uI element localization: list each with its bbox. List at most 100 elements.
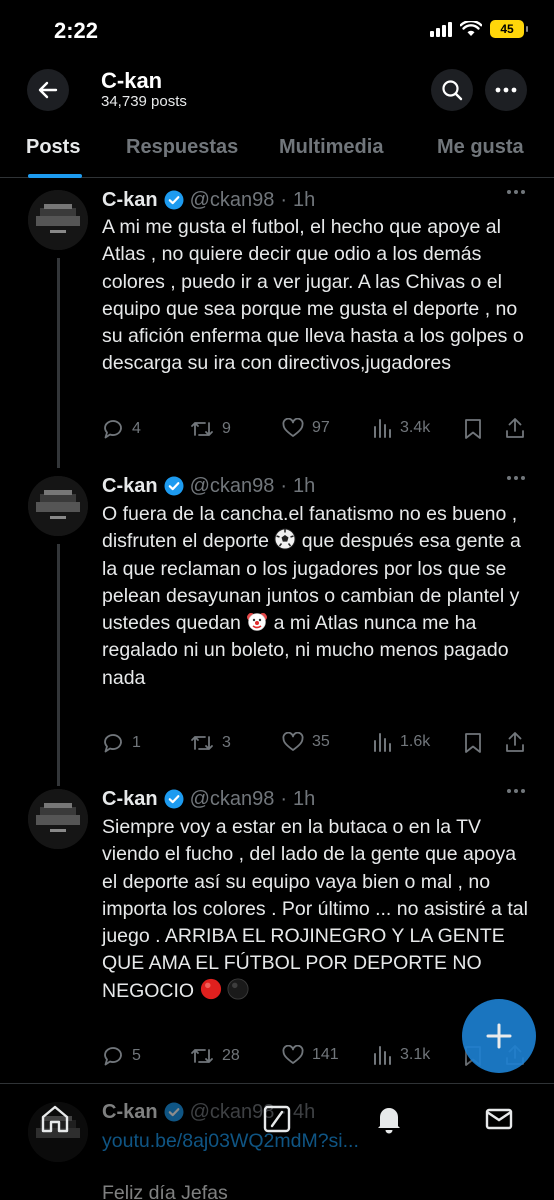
bookmark-icon[interactable] xyxy=(464,418,482,440)
grok-icon[interactable] xyxy=(262,1104,292,1134)
author-handle[interactable]: @ckan98 xyxy=(190,475,275,498)
bookmark-icon[interactable] xyxy=(464,732,482,754)
post-age: 1h xyxy=(293,474,316,497)
avatar[interactable] xyxy=(28,789,88,849)
like-button[interactable]: 35 xyxy=(282,732,330,752)
post-more-icon[interactable] xyxy=(506,189,526,195)
post-header: C-kan @ckan98 · 1h xyxy=(102,186,315,214)
back-button[interactable] xyxy=(27,69,69,111)
views-icon xyxy=(374,733,391,752)
post-count: 34,739 posts xyxy=(101,93,187,110)
post-more-icon[interactable] xyxy=(506,788,526,794)
back-arrow-icon xyxy=(38,81,58,99)
reply-count: 1 xyxy=(132,734,141,751)
reply-icon xyxy=(104,420,122,439)
reply-button[interactable]: 5 xyxy=(102,1045,141,1067)
reply-icon xyxy=(104,1047,122,1066)
repost-button[interactable]: 9 xyxy=(190,418,231,440)
reply-icon xyxy=(104,734,122,753)
red-circle-emoji xyxy=(200,978,221,999)
profile-tabs: Posts Respuestas Multimedia Me gusta xyxy=(0,122,554,178)
post-divider xyxy=(0,1083,554,1084)
status-bar: 2:22 45 xyxy=(0,0,554,62)
messages-icon[interactable] xyxy=(484,1104,514,1134)
post-text-part: Siempre voy a estar en la butaca o en la… xyxy=(102,816,528,1002)
avatar[interactable] xyxy=(28,190,88,250)
thread-line xyxy=(57,544,60,786)
repost-count: 28 xyxy=(222,1047,240,1064)
compose-post-button[interactable] xyxy=(462,999,536,1073)
like-icon xyxy=(282,732,304,751)
post-age: 1h xyxy=(293,188,316,211)
tab-respuestas[interactable]: Respuestas xyxy=(126,136,238,159)
notifications-icon[interactable] xyxy=(374,1104,404,1134)
more-icon xyxy=(495,87,517,93)
home-icon[interactable] xyxy=(40,1104,70,1134)
like-count: 141 xyxy=(312,1046,339,1063)
post-header: C-kan @ckan98 · 1h xyxy=(102,785,315,813)
repost-button[interactable]: 3 xyxy=(190,732,231,754)
status-icons: 45 xyxy=(430,20,528,38)
author-handle[interactable]: @ckan98 xyxy=(190,189,275,212)
tab-posts[interactable]: Posts xyxy=(26,136,80,159)
post[interactable]: C-kan @ckan98 · 1h A mi me gusta el futb… xyxy=(0,186,554,468)
profile-header: C-kan 34,739 posts xyxy=(0,62,554,116)
black-circle-emoji xyxy=(227,978,249,1000)
reply-count: 4 xyxy=(132,420,141,437)
reply-button[interactable]: 4 xyxy=(102,418,141,440)
post-text: Feliz día Jefas xyxy=(102,1182,228,1200)
reply-count: 5 xyxy=(132,1047,141,1064)
wifi-icon xyxy=(460,21,482,36)
repost-icon xyxy=(191,1049,213,1063)
reply-button[interactable]: 1 xyxy=(102,732,141,754)
post-text: A mi me gusta el futbol, el hecho que ap… xyxy=(102,216,524,375)
tab-me-gusta[interactable]: Me gusta xyxy=(437,136,524,159)
views-button[interactable]: 3.1k xyxy=(372,1045,430,1065)
share-icon[interactable] xyxy=(505,417,525,439)
avatar[interactable] xyxy=(28,476,88,536)
repost-button[interactable]: 28 xyxy=(190,1045,240,1067)
repost-icon xyxy=(191,422,213,436)
more-button[interactable] xyxy=(485,69,527,111)
post-header: C-kan @ckan98 · 1h xyxy=(102,472,315,500)
author-name[interactable]: C-kan xyxy=(102,475,158,498)
battery-icon: 45 xyxy=(490,20,528,38)
views-button[interactable]: 3.4k xyxy=(372,418,430,438)
share-icon[interactable] xyxy=(505,731,525,753)
repost-count: 9 xyxy=(222,420,231,437)
views-button[interactable]: 1.6k xyxy=(372,732,430,752)
like-button[interactable]: 141 xyxy=(282,1045,339,1065)
post-more-icon[interactable] xyxy=(506,475,526,481)
author-handle[interactable]: @ckan98 xyxy=(190,788,275,811)
avatar-image xyxy=(28,789,88,849)
compose-icon xyxy=(486,1023,512,1049)
repost-count: 3 xyxy=(222,734,231,751)
soccer-ball-emoji xyxy=(274,528,296,550)
post-text: Siempre voy a estar en la butaca o en la… xyxy=(102,814,530,1005)
avatar-image xyxy=(28,190,88,250)
view-count: 1.6k xyxy=(400,733,431,750)
post[interactable]: C-kan @ckan98 · 1h O fuera de la cancha.… xyxy=(0,472,554,786)
like-button[interactable]: 97 xyxy=(282,418,330,438)
verified-badge-icon xyxy=(164,190,184,210)
verified-badge-icon xyxy=(164,476,184,496)
author-name[interactable]: C-kan xyxy=(102,788,158,811)
separator-dot: · xyxy=(280,787,288,810)
views-icon xyxy=(374,419,391,438)
search-button[interactable] xyxy=(431,69,473,111)
cellular-signal-icon xyxy=(430,21,452,37)
active-tab-indicator xyxy=(28,174,82,178)
like-count: 35 xyxy=(312,733,330,750)
tab-multimedia[interactable]: Multimedia xyxy=(279,136,383,159)
status-time: 2:22 xyxy=(54,18,99,43)
separator-dot: · xyxy=(280,188,288,211)
like-icon xyxy=(282,418,304,437)
separator-dot: · xyxy=(280,474,288,497)
post-age: 1h xyxy=(293,787,316,810)
views-icon xyxy=(374,1046,391,1065)
search-icon xyxy=(442,80,463,101)
author-name[interactable]: C-kan xyxy=(102,189,158,212)
verified-badge-icon xyxy=(164,789,184,809)
view-count: 3.1k xyxy=(400,1046,431,1063)
post-text: O fuera de la cancha.el fanatismo no es … xyxy=(102,501,530,692)
